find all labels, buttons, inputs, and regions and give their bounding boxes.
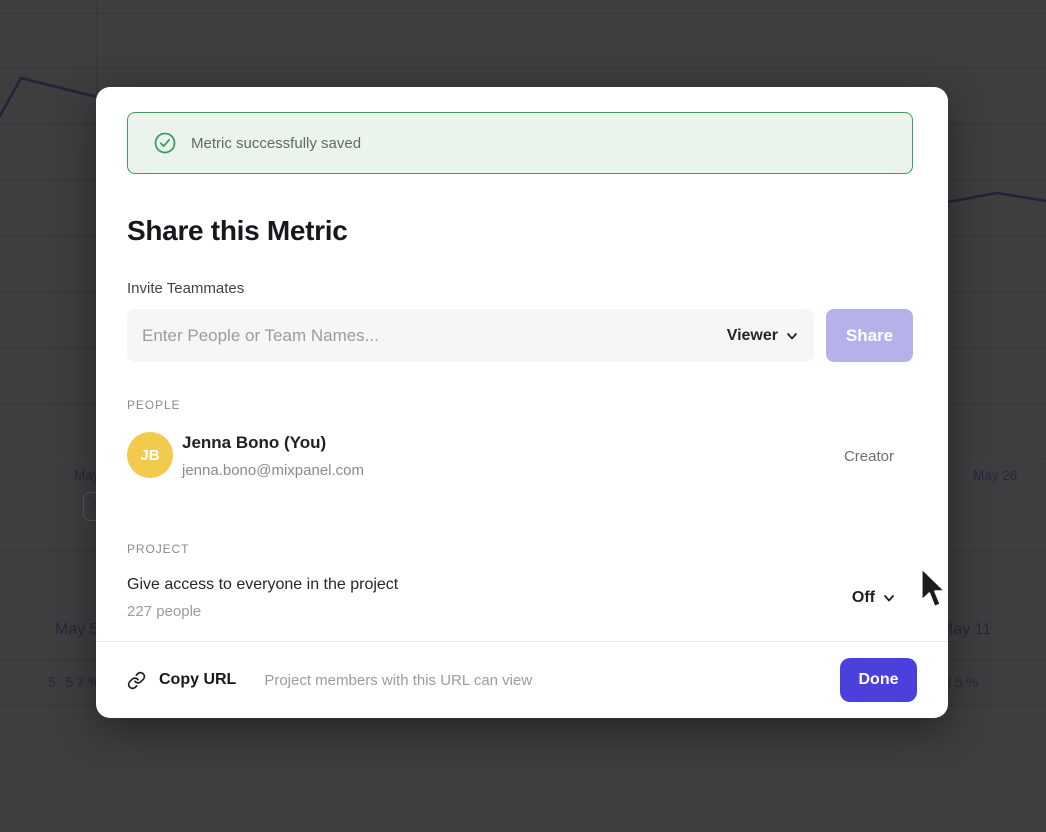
chevron-down-icon bbox=[882, 591, 896, 605]
person-name: Jenna Bono (You) bbox=[182, 433, 326, 453]
success-banner: Metric successfully saved bbox=[127, 112, 913, 174]
x-axis-label-right: May 26 bbox=[973, 468, 1017, 483]
avatar: JB bbox=[127, 432, 173, 478]
project-access-title: Give access to everyone in the project bbox=[127, 576, 398, 594]
share-button[interactable]: Share bbox=[826, 309, 913, 362]
success-banner-message: Metric successfully saved bbox=[191, 135, 361, 152]
person-email: jenna.bono@mixpanel.com bbox=[182, 462, 364, 479]
table-value-left: 5.57% bbox=[48, 674, 103, 690]
avatar-initials: JB bbox=[140, 447, 159, 464]
link-icon bbox=[127, 671, 146, 690]
copy-url-button[interactable]: Copy URL bbox=[127, 671, 236, 690]
role-dropdown[interactable]: Viewer bbox=[727, 327, 799, 345]
project-section-label: PROJECT bbox=[127, 542, 189, 556]
project-access-dropdown[interactable]: Off bbox=[852, 589, 896, 607]
modal-footer: Copy URL Project members with this URL c… bbox=[96, 641, 948, 718]
invite-teammates-label: Invite Teammates bbox=[127, 280, 244, 297]
table-value-right: 35% bbox=[944, 674, 981, 690]
invite-input-wrap: Viewer bbox=[127, 309, 814, 362]
url-permission-hint: Project members with this URL can view bbox=[264, 672, 532, 689]
copy-url-label: Copy URL bbox=[159, 671, 236, 689]
project-access-value: Off bbox=[852, 589, 875, 607]
screen: May 5 May 26 1 May 5 May 11 5.57% 35% Me… bbox=[0, 0, 1046, 832]
people-section-label: PEOPLE bbox=[127, 398, 180, 412]
project-people-count: 227 people bbox=[127, 603, 201, 620]
chart-line-right bbox=[948, 193, 1046, 202]
chart-line-left bbox=[0, 78, 97, 116]
chevron-down-icon bbox=[785, 329, 799, 343]
table-header-may5: May 5 bbox=[55, 621, 99, 639]
person-role: Creator bbox=[844, 448, 894, 465]
modal-title: Share this Metric bbox=[127, 215, 348, 247]
done-button[interactable]: Done bbox=[840, 658, 917, 702]
role-dropdown-value: Viewer bbox=[727, 327, 778, 345]
check-circle-icon bbox=[153, 131, 177, 155]
share-metric-modal: Metric successfully saved Share this Met… bbox=[96, 87, 948, 718]
invite-input[interactable] bbox=[142, 326, 719, 346]
invite-row: Viewer Share bbox=[127, 309, 913, 362]
